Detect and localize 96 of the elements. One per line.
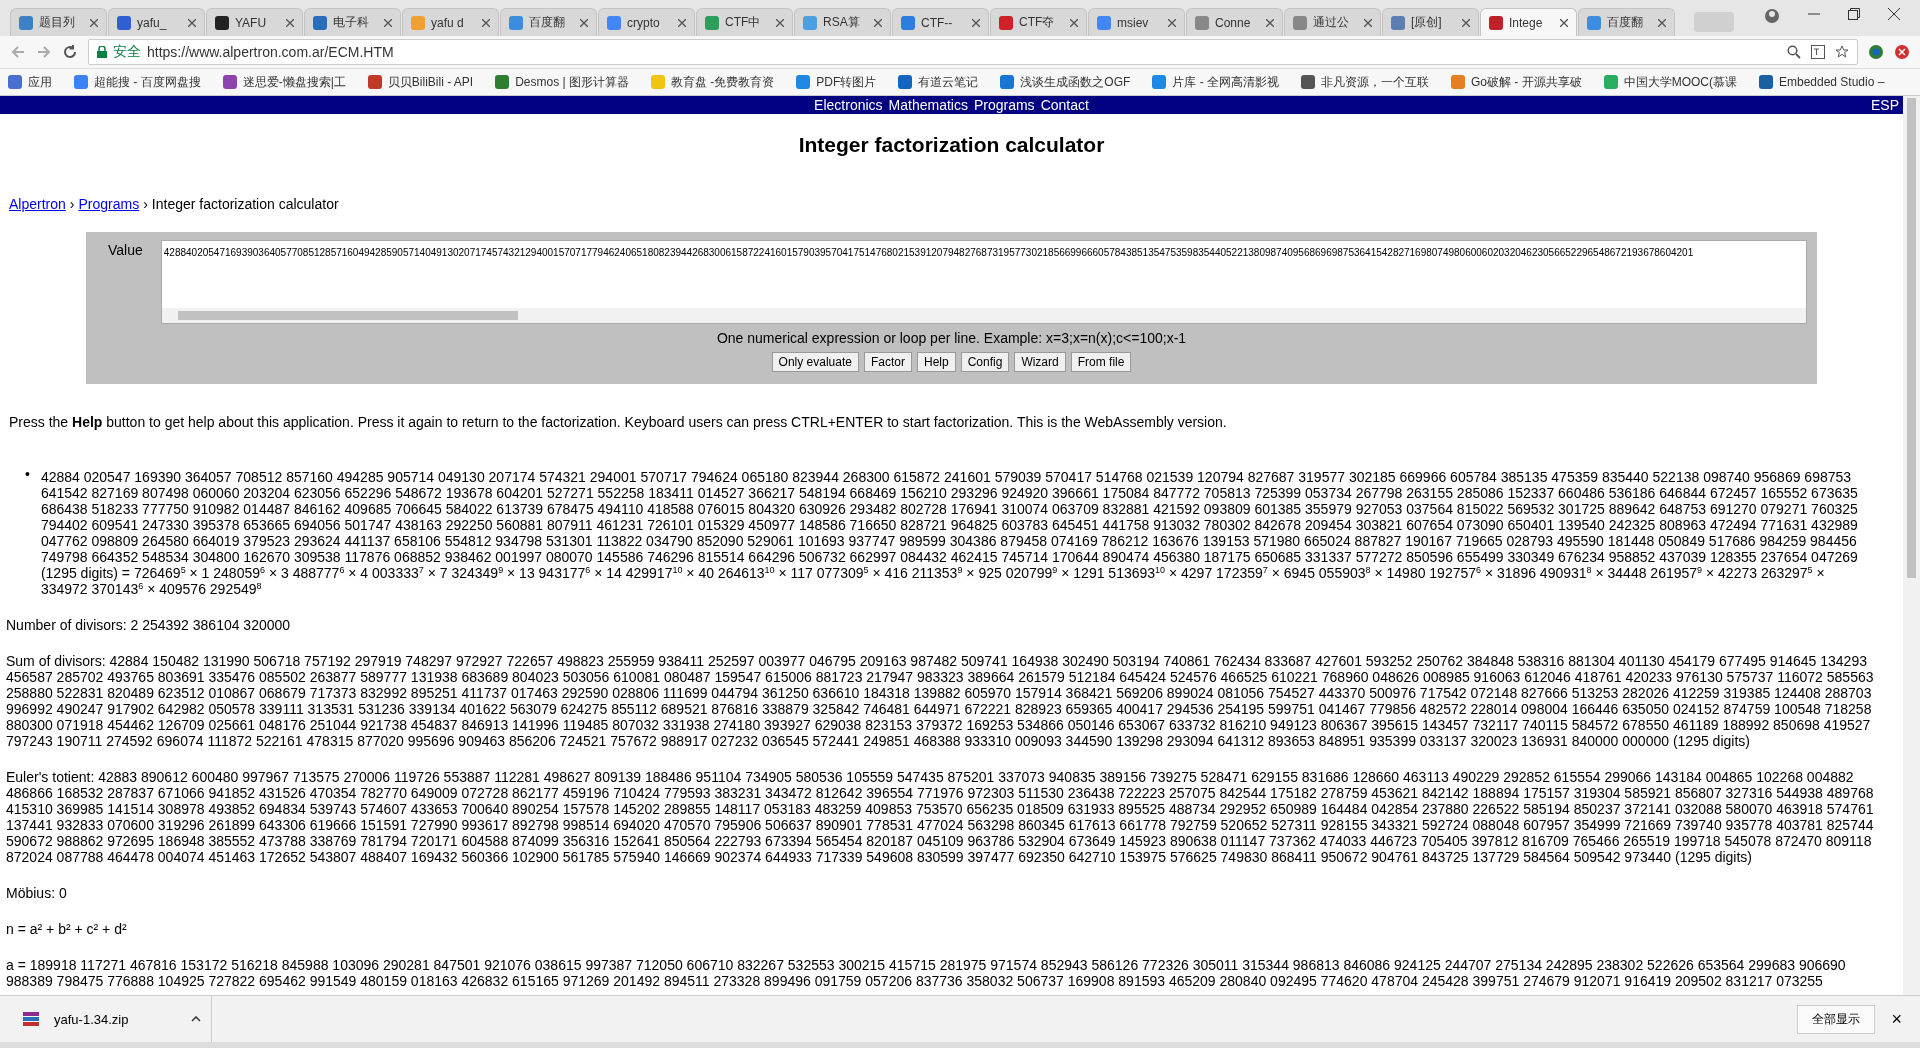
star-icon[interactable] <box>1835 45 1849 59</box>
language-link[interactable]: ESP <box>1871 96 1899 114</box>
result-text: Möbius: 0 <box>5 885 68 901</box>
nav-link[interactable]: Programs <box>973 96 1035 114</box>
bookmark[interactable]: 中国大学MOOC(慕课 <box>1603 73 1737 91</box>
close-icon[interactable] <box>1658 18 1666 27</box>
close-icon[interactable] <box>384 18 392 27</box>
close-icon[interactable] <box>1266 18 1274 27</box>
hint-text: One numerical expression or loop per line. Example: x=3;x=n(x);c<=100;x-1 <box>716 330 1187 346</box>
close-icon[interactable] <box>678 18 686 27</box>
address-bar[interactable]: 安全 https://www.alpertron.com.ar/ECM.HTM <box>88 39 1858 65</box>
lock-icon <box>97 46 107 58</box>
close-icon[interactable] <box>90 18 98 27</box>
value-label: Value <box>107 241 143 260</box>
bookmark[interactable]: 贝贝BiliBili - API <box>367 73 474 91</box>
bookmark[interactable]: 迷思爱-懒盘搜索|工 <box>222 73 346 91</box>
vertical-scrollbar[interactable] <box>1903 96 1920 995</box>
browser-tab[interactable]: YAFU <box>206 8 303 36</box>
extension-icon[interactable] <box>1868 44 1884 60</box>
browser-tab[interactable]: 百度翻 <box>1578 8 1675 36</box>
restore-icon[interactable] <box>1848 8 1860 20</box>
close-icon[interactable] <box>1070 18 1078 27</box>
factorization-result: 42884 020547 169390 364057 708512 857160 494285 905714 049130 207174 574321 294001 570717 794624 065180 823944 268300 615872 241601 579039 570417 514768 021539 120794 827687 319577 302185 669966 605784 385135 475359 835440 522138 098740 956869 698753 641542 827169 807498 060060 203204 623056 652296 548672 193678 604201 527271 552258 183411 014527 366217 548194 668469 156210 293296 924920 396661 175084 847772 705813 725399 053734 267798 263155 285086 152337 660486 536186 646844 672457 165552 673635 686438 518233 777750 910982 014487 846162 409685 706645 584022 613739 678475 494110 418588 076015 804320 630926 293482 802728 176941 310074 063709 832881 421592 093809 601385 355979 927053 037564 815022 569532 301725 889642 648753 691270 079271 760325 794402 609541 247330 395378 653665 694056 501747 438163 292250 560881 807911 461231 726101 015329 450977 148586 716650 828721 964825 603783 645451 441758 913032 780302 842678 209454 303821 607654 073090 650401 139540 242325 808963 472494 771631 432989 047762 098809 264580 664019 379523 293624 441137 658106 554812 934798 531301 113822 034790 852090 529061 101693 937747 989599 304386 879458 074169 786212 163676 139153 571980 665024 887827 190167 719665 028793 495590 181448 050849 517686 984259 984456 749798 664352 548534 304800 162670 309538 117876 068852 938462 001997 080070 145586 746296 815514 664296 506732 662997 084432 462415 745714 170644 890474 456380 187175 650685 331337 577272 850596 655499 330349 676234 958852 437039 128355 237654 047269 (1295 digits) = 726469$^{5}$ × 1 248059$^{6}$ × 3 488777$^{6}$ × 4 003333$^{7}$ × 7 324349$^{9}$ × 13 943177$^{6}$ × 14 429917$^{10}$ × 40 264613$^{10}$ × 117 077309$^{5}$ × 416 211353$^{9}$ × 925 020799$^{9}$ × 1291 513693$^{10}$ × 4297 172359$^{7}$ × 6945 055903$^{8}$ × 14980 192757$^{6}$ × 31896 490931$^{8}$ × 34448 261957$^{9}$ × 42273 263297$^{5}$ × 334972 370143$^{6}$ × 409576 292549$^{8}$ <box>40 468 1859 597</box>
reload-icon[interactable] <box>62 44 78 60</box>
nav-link[interactable]: Mathematics <box>888 96 968 114</box>
bookmark[interactable]: PDF转图片 <box>796 73 877 91</box>
result-text: Sum of divisors: 42884 150482 131990 506718 757192 297919 748297 972927 722657 498823 255959 938411 252597 003977 046795 209163 987482 509741 164938 302490 503194 740861 762434 833687 427601 593252 250762 384848 538316 881304 401130 454179 677495 914645 134293 456587 285702 493765 803691 335476 085502 263877 589777 131938 683689 804023 503056 610081 080487 159547 615006 881723 217947 983323 389664 261579 512184 645424 524576 466525 610221 768960 048626 008985 916063 612046 418761 420233 976130 575737 116072 585563 258880 522831 820489 623512 010867 068679 717373 832992 895251 411737 017463 292590 028806 111699 044794 361250 636610 184318 139882 605970 157914 368421 569206 899024 081056 754527 443370 500976 717542 072148 827666 513253 282026 412259 319385 124408 288703 996992 490247 917902 642982 050578 339111 313531 531236 339134 401622 563079 624275 855112 689521 876816 338879 325842 746481 644971 672221 828923 659365 400417 294536 254195 599751 041467 779856 482572 228014 098004 166446 635050 024152 874759 100548 718258 880300 071918 454462 126709 025661 048176 251044 921738 454837 846913 141996 119485 807032 331938 274180 393927 629038 823153 379372 169253 534866 050146 653067 633732 816210 949123 806367 395615 143457 732117 740115 584572 678550 461189 188992 850698 419527 797243 190711 274592 696074 111872 522161 478315 877020 995696 909463 856206 724521 757672 988917 027232 036545 572441 249851 468388 933310 009093 344590 139298 293094 641312 893653 848951 935399 033137 320023 136931 840000 000000 (1295 digits) <box>5 653 1875 749</box>
close-icon[interactable] <box>776 18 784 27</box>
breadcrumb-current: Integer factorization calculator <box>151 196 339 212</box>
browser-tab[interactable]: 百度翻 <box>500 8 597 36</box>
browser-tab[interactable]: crypto <box>598 8 695 36</box>
calculator-button[interactable]: Factor <box>864 352 912 372</box>
calculator-button[interactable]: Help <box>917 352 956 372</box>
browser-tab[interactable]: CTF夺 <box>990 8 1087 36</box>
browser-tab[interactable]: [原创] <box>1382 8 1479 36</box>
breadcrumb-link[interactable]: Programs <box>78 196 140 212</box>
bookmark[interactable]: Embedded Studio – <box>1758 75 1885 89</box>
search-icon[interactable] <box>1787 45 1801 59</box>
result-text: Number of divisors: 2 254392 386104 320000 <box>5 617 292 633</box>
calculator-button[interactable]: Config <box>960 352 1010 372</box>
bookmark[interactable]: 有道云笔记 <box>898 73 979 91</box>
bookmark[interactable]: 超能搜 - 百度网盘搜 <box>74 73 201 91</box>
browser-tab[interactable]: msiev <box>1088 8 1185 36</box>
result-text: a = 189918 117271 467816 153172 516218 845988 103096 290281 847501 921076 038615 997387 712050 606710 832267 532553 300215 415715 281975 971574 852943 586126 772326 305011 315344 986813 846086 924125 244707 275134 242895 238302 522626 653564 299683 906690 988389 798475 776888 104925 727822 695462 991549 480159 018163 426832 615165 971269 201492 894511 273328 899496 091759 057206 837736 358032 506737 169908 891593 465209 280840 092495 774620 478704 245428 399751 274679 912071 916419 209502 831217 073255 <box>5 957 1847 989</box>
value-field[interactable]: 42884020547169390364057708512857160494285905714049130207174574321294001570717794624065180823944268300615872241601579039570417514768021539120794827687319577302185669966605784385135475359835440522138098740956869698753641542827169807498060060203204623056652296548672193678604201 <box>160 240 1807 324</box>
browser-tab[interactable]: RSA算 <box>794 8 891 36</box>
browser-tab[interactable]: 电子科 <box>304 8 401 36</box>
page-title: Integer factorization calculator <box>797 132 1106 158</box>
translate-icon[interactable] <box>1811 45 1825 59</box>
browser-tab[interactable]: Intege <box>1480 8 1577 36</box>
secure-label: 安全 <box>113 43 141 61</box>
browser-tab[interactable]: 题目列 <box>10 8 107 36</box>
close-icon[interactable] <box>972 18 980 27</box>
calculator-button[interactable]: From file <box>1070 352 1132 372</box>
url-text: https://www.alpertron.com.ar/ECM.HTM <box>147 44 394 60</box>
breadcrumb-separator: › <box>69 196 75 212</box>
close-icon[interactable] <box>1560 18 1568 27</box>
bookmark[interactable]: 非凡资源，一个互联 <box>1300 73 1429 91</box>
nav-link[interactable]: Contact <box>1040 96 1089 114</box>
browser-tab[interactable]: yafu d <box>402 8 499 36</box>
browser-tab[interactable]: CTF-- <box>892 8 989 36</box>
browser-tab[interactable]: 通过公 <box>1284 8 1381 36</box>
calculator-button[interactable]: Wizard <box>1014 352 1066 372</box>
close-icon[interactable] <box>286 18 294 27</box>
close-icon[interactable] <box>1168 18 1176 27</box>
close-icon[interactable] <box>580 18 588 27</box>
nav-link[interactable]: Electronics <box>814 96 883 114</box>
bookmark[interactable]: Desmos | 图形计算器 <box>495 73 629 91</box>
horizontal-scrollbar[interactable] <box>161 308 1806 323</box>
close-icon[interactable] <box>188 18 196 27</box>
close-icon[interactable] <box>1462 18 1470 27</box>
bookmark[interactable]: Go破解 - 开源共享破 <box>1450 73 1582 91</box>
browser-tab[interactable]: CTF中 <box>696 8 793 36</box>
bookmark[interactable]: 教育盘 -免费教育资 <box>650 73 775 91</box>
bookmark[interactable]: 片库 - 全网高清影视 <box>1152 73 1279 91</box>
help-text: Press the Help button to get help about this application. Press it again to return to the factorization. Keyboard users can press CTRL+ENTER to start factorization. This is the WebAssembly version. <box>8 414 1228 430</box>
close-icon[interactable] <box>1888 8 1900 20</box>
show-all-button[interactable]: 全部显示 <box>1797 1004 1876 1034</box>
close-button[interactable]: × <box>1885 1008 1908 1030</box>
result-text: Euler's totient: 42883 890612 600480 997967 713575 270006 119726 553887 112281 498627 809139 188486 951104 734905 580536 105559 547435 875201 337073 940835 389156 739275 528471 629155 831686 128660 463113 490229 292852 615554 299066 143184 004865 102268 004882 486866 168532 287837 671066 941852 431526 470354 782770 649009 072728 862177 459196 710424 779593 383231 343472 812642 396554 771976 972303 511530 236438 722223 257075 842544 175182 278759 453621 842142 188894 175157 319304 585921 856807 327316 544938 489768 415310 369985 141514 308978 493852 694834 539743 574607 433653 700640 890254 157578 145202 289855 148117 053183 483259 409853 753570 656235 018509 631933 895525 488734 292952 650989 164484 042854 237880 226522 585194 850237 372141 032088 580070 463918 574761 137441 932833 070600 319296 261899 643306 619666 151591 727990 993617 892798 998514 694020 470570 795906 506637 890901 778531 477024 563298 860345 617613 661778 792759 520652 527311 928155 343321 592724 088048 607957 354999 721669 739740 935778 403781 825744 590672 988862 972695 186948 385552 473788 338769 781794 720171 604588 874099 356316 152641 850564 222793 673394 565454 820187 045109 963786 532904 673649 145923 890638 011147 737362 474033 446723 705405 397812 816709 765466 265519 199718 545078 872470 809118 872024 087788 464478 004074 451463 172652 543807 488407 169432 560366 102900 561785 575940 146669 902374 644933 717339 549608 830599 397477 692350 642710 153975 576625 749830 868411 950672 904761 843725 137729 584564 509542 973440 (1295 digits) <box>5 769 1875 865</box>
archive-icon <box>22 1010 40 1028</box>
close-icon[interactable] <box>874 18 882 27</box>
browser-tab[interactable]: Conne <box>1186 8 1283 36</box>
result-text: n = a² + b² + c² + d² <box>5 921 128 937</box>
close-icon[interactable] <box>482 18 490 27</box>
close-icon[interactable] <box>1364 18 1372 27</box>
profile-icon[interactable] <box>1764 8 1780 24</box>
calculator-button[interactable]: Only evaluate <box>771 352 859 372</box>
extension-icon[interactable] <box>1894 44 1910 60</box>
caret-icon[interactable] <box>191 1016 201 1022</box>
browser-tab[interactable]: yafu_ <box>108 8 205 36</box>
bullet: • <box>25 466 30 484</box>
breadcrumb-link[interactable]: Alpertron <box>9 196 66 212</box>
bookmark[interactable]: 应用 <box>8 73 52 91</box>
breadcrumb-separator: › <box>143 196 148 212</box>
bookmark[interactable]: 浅谈生成函数之OGF <box>1000 73 1131 91</box>
